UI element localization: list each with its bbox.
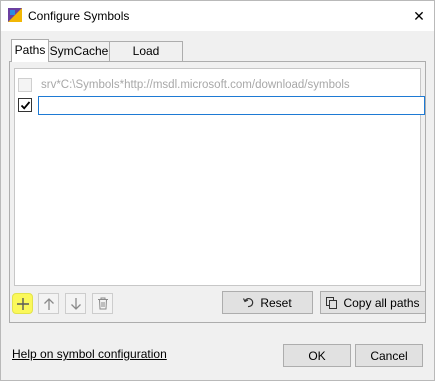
symbol-path-text: srv*C:\Symbols*http://msdl.microsoft.com… — [41, 79, 350, 91]
close-icon: ✕ — [413, 7, 425, 24]
move-down-button[interactable] — [65, 293, 86, 314]
tab-paths[interactable]: Paths — [11, 39, 49, 62]
reset-button[interactable]: Reset — [222, 291, 313, 314]
delete-path-button[interactable] — [92, 293, 113, 314]
cancel-label: Cancel — [370, 348, 408, 363]
list-item[interactable]: srv*C:\Symbols*http://msdl.microsoft.com… — [15, 76, 420, 96]
reset-label: Reset — [260, 295, 292, 310]
add-path-button[interactable] — [12, 293, 33, 314]
tab-symcache[interactable]: SymCache — [48, 41, 110, 61]
plus-icon — [16, 297, 29, 310]
path-checkbox[interactable] — [18, 78, 32, 92]
ok-button[interactable]: OK — [283, 344, 351, 367]
symbol-paths-list: srv*C:\Symbols*http://msdl.microsoft.com… — [14, 68, 425, 286]
move-up-button[interactable] — [38, 293, 59, 314]
arrow-up-icon — [43, 297, 54, 310]
window-title: Configure Symbols — [28, 9, 130, 23]
app-icon — [8, 8, 22, 22]
checkmark-icon — [20, 101, 31, 110]
copy-icon — [326, 296, 338, 309]
help-link[interactable]: Help on symbol configuration — [12, 347, 167, 361]
copy-all-label: Copy all paths — [343, 295, 420, 310]
tab-label: SymCache — [49, 44, 109, 58]
symbol-path-input[interactable] — [38, 96, 425, 115]
copy-all-paths-button[interactable]: Copy all paths — [320, 291, 426, 314]
arrow-down-icon — [70, 297, 81, 310]
trash-icon — [97, 297, 108, 310]
tab-label: Paths — [14, 43, 46, 57]
tab-load-settings[interactable]: Load Settings — [109, 41, 183, 76]
close-button[interactable]: ✕ — [404, 1, 434, 31]
list-item[interactable] — [15, 96, 425, 116]
cancel-button[interactable]: Cancel — [355, 344, 423, 367]
undo-icon — [243, 297, 254, 308]
title-bar: Configure Symbols ✕ — [1, 1, 434, 31]
configure-symbols-dialog: Configure Symbols ✕ Paths SymCache Load … — [0, 0, 435, 381]
paths-panel: srv*C:\Symbols*http://msdl.microsoft.com… — [9, 61, 426, 323]
ok-label: OK — [308, 348, 326, 363]
path-checkbox[interactable] — [18, 98, 32, 112]
